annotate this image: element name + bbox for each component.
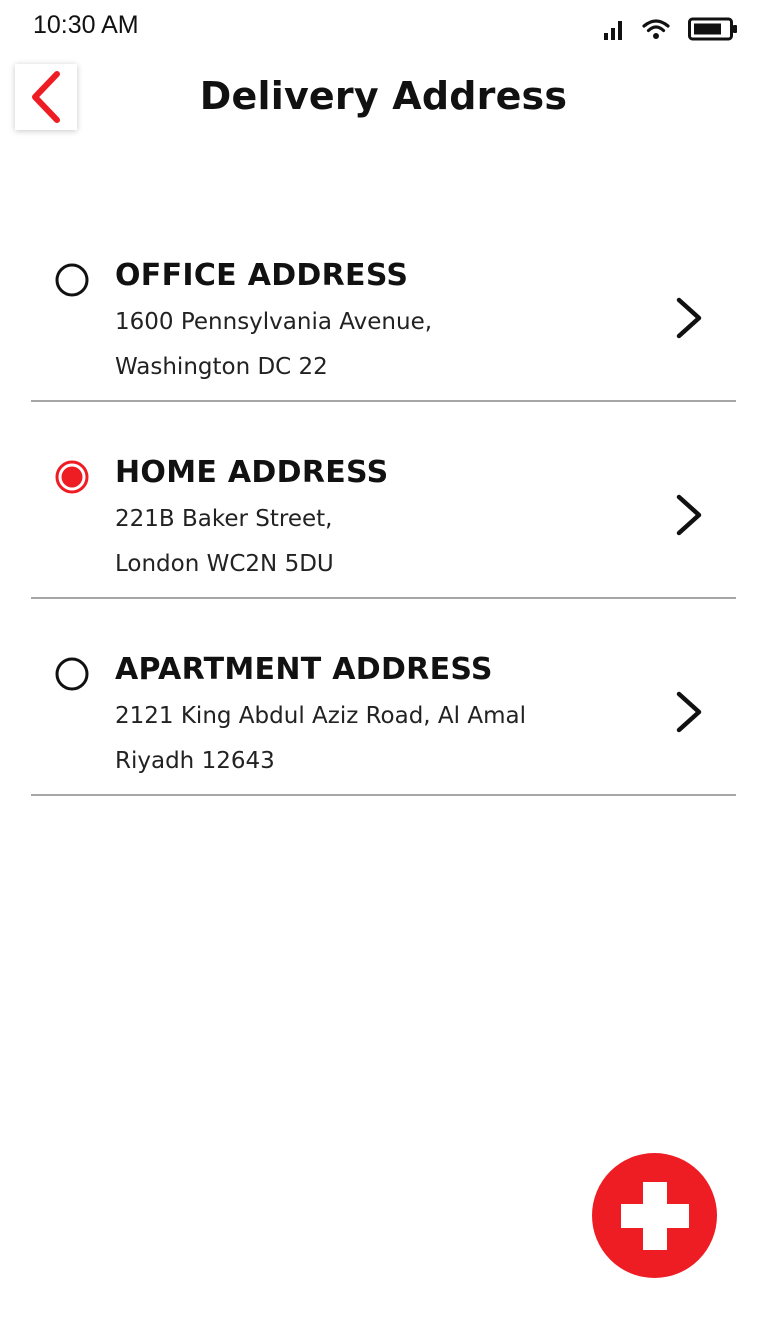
page-title: Delivery Address	[199, 74, 568, 118]
add-address-button[interactable]	[592, 1153, 717, 1278]
address-line-2: London WC2N 5DU	[115, 551, 334, 577]
radio-unselected-icon[interactable]	[55, 657, 89, 691]
address-line-1: 221B Baker Street,	[115, 506, 333, 532]
status-bar: 10:30 AM	[0, 0, 767, 56]
address-title: HOME ADDRESS	[115, 455, 389, 490]
chevron-right-icon[interactable]	[674, 296, 704, 340]
address-item-apartment[interactable]: APARTMENT ADDRESS 2121 King Abdul Aziz R…	[31, 632, 736, 796]
battery-icon	[688, 17, 737, 41]
status-icons	[604, 17, 738, 41]
address-list: OFFICE ADDRESS 1600 Pennsylvania Avenue,…	[31, 238, 736, 796]
chevron-right-icon[interactable]	[674, 493, 704, 537]
address-line-2: Riyadh 12643	[115, 748, 275, 774]
radio-unselected-icon[interactable]	[55, 263, 89, 297]
chevron-right-icon[interactable]	[674, 690, 704, 734]
header: Delivery Address	[0, 56, 767, 146]
address-title: OFFICE ADDRESS	[115, 258, 409, 293]
address-item-office[interactable]: OFFICE ADDRESS 1600 Pennsylvania Avenue,…	[31, 238, 736, 402]
cellular-signal-icon	[604, 21, 622, 40]
address-item-home[interactable]: HOME ADDRESS 221B Baker Street, London W…	[31, 435, 736, 599]
address-line-1: 1600 Pennsylvania Avenue,	[115, 309, 433, 335]
address-title: APARTMENT ADDRESS	[115, 652, 493, 687]
wifi-icon	[642, 19, 670, 39]
status-time: 10:30 AM	[33, 11, 139, 39]
address-line-2: Washington DC 22	[115, 354, 328, 380]
radio-selected-icon[interactable]	[55, 460, 89, 494]
plus-icon	[620, 1181, 689, 1250]
address-line-1: 2121 King Abdul Aziz Road, Al Amal	[115, 703, 526, 729]
